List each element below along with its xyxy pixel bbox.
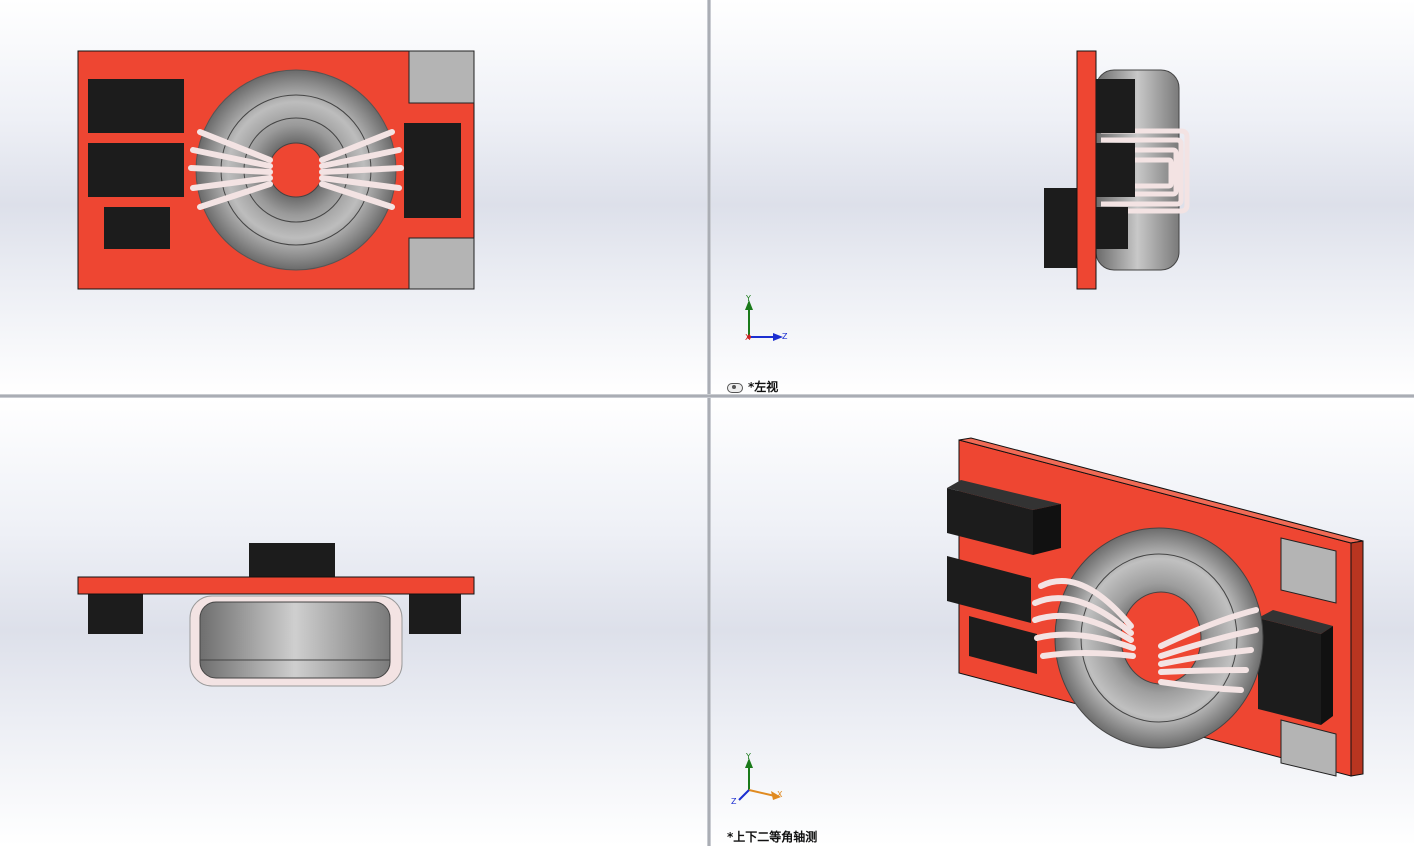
coordinate-triad-icon [745,300,783,341]
iso-view-model [738,437,1364,801]
pad-bottom [408,237,475,290]
component-1 [88,594,143,634]
front-view-model [77,50,475,290]
view-label-left: *左视 [727,378,778,394]
toroid-top [199,601,391,679]
left-view-model [745,50,1190,341]
pcb-edge [1076,50,1097,290]
component-4 [404,123,461,218]
viewport-splitter-vertical[interactable] [707,0,711,846]
viewport-top[interactable] [0,398,707,846]
component-2 [1096,143,1135,197]
component-4 [1258,618,1321,725]
view-label-iso: *上下二等角轴测 [727,830,818,844]
axis-z-label: Z [731,797,737,806]
component-3 [104,207,170,249]
coordinate-triad-icon [738,758,781,801]
axis-x-label: X [745,333,751,342]
axis-y-label: Y [746,294,751,303]
axis-x-label: X [777,790,783,799]
viewport-iso[interactable]: Y X Z *上下二等角轴测 [711,398,1414,846]
axis-y-label: Y [746,752,751,761]
viewport-front[interactable] [0,0,707,394]
component-back [1044,188,1080,268]
eye-icon[interactable] [727,382,743,393]
pad-top [408,50,475,104]
component-1 [1096,79,1135,133]
component-1 [88,79,184,133]
component-3 [1096,207,1128,249]
component-4 [409,594,461,634]
top-view-model [77,543,475,687]
viewport-splitter-horizontal[interactable] [0,394,1414,398]
axis-z-label: Z [782,332,788,341]
component-2 [88,143,184,197]
toroid-hole [268,142,324,198]
viewport-left[interactable]: Y X Z *左视 [711,0,1414,394]
pcb-edge [77,576,475,595]
